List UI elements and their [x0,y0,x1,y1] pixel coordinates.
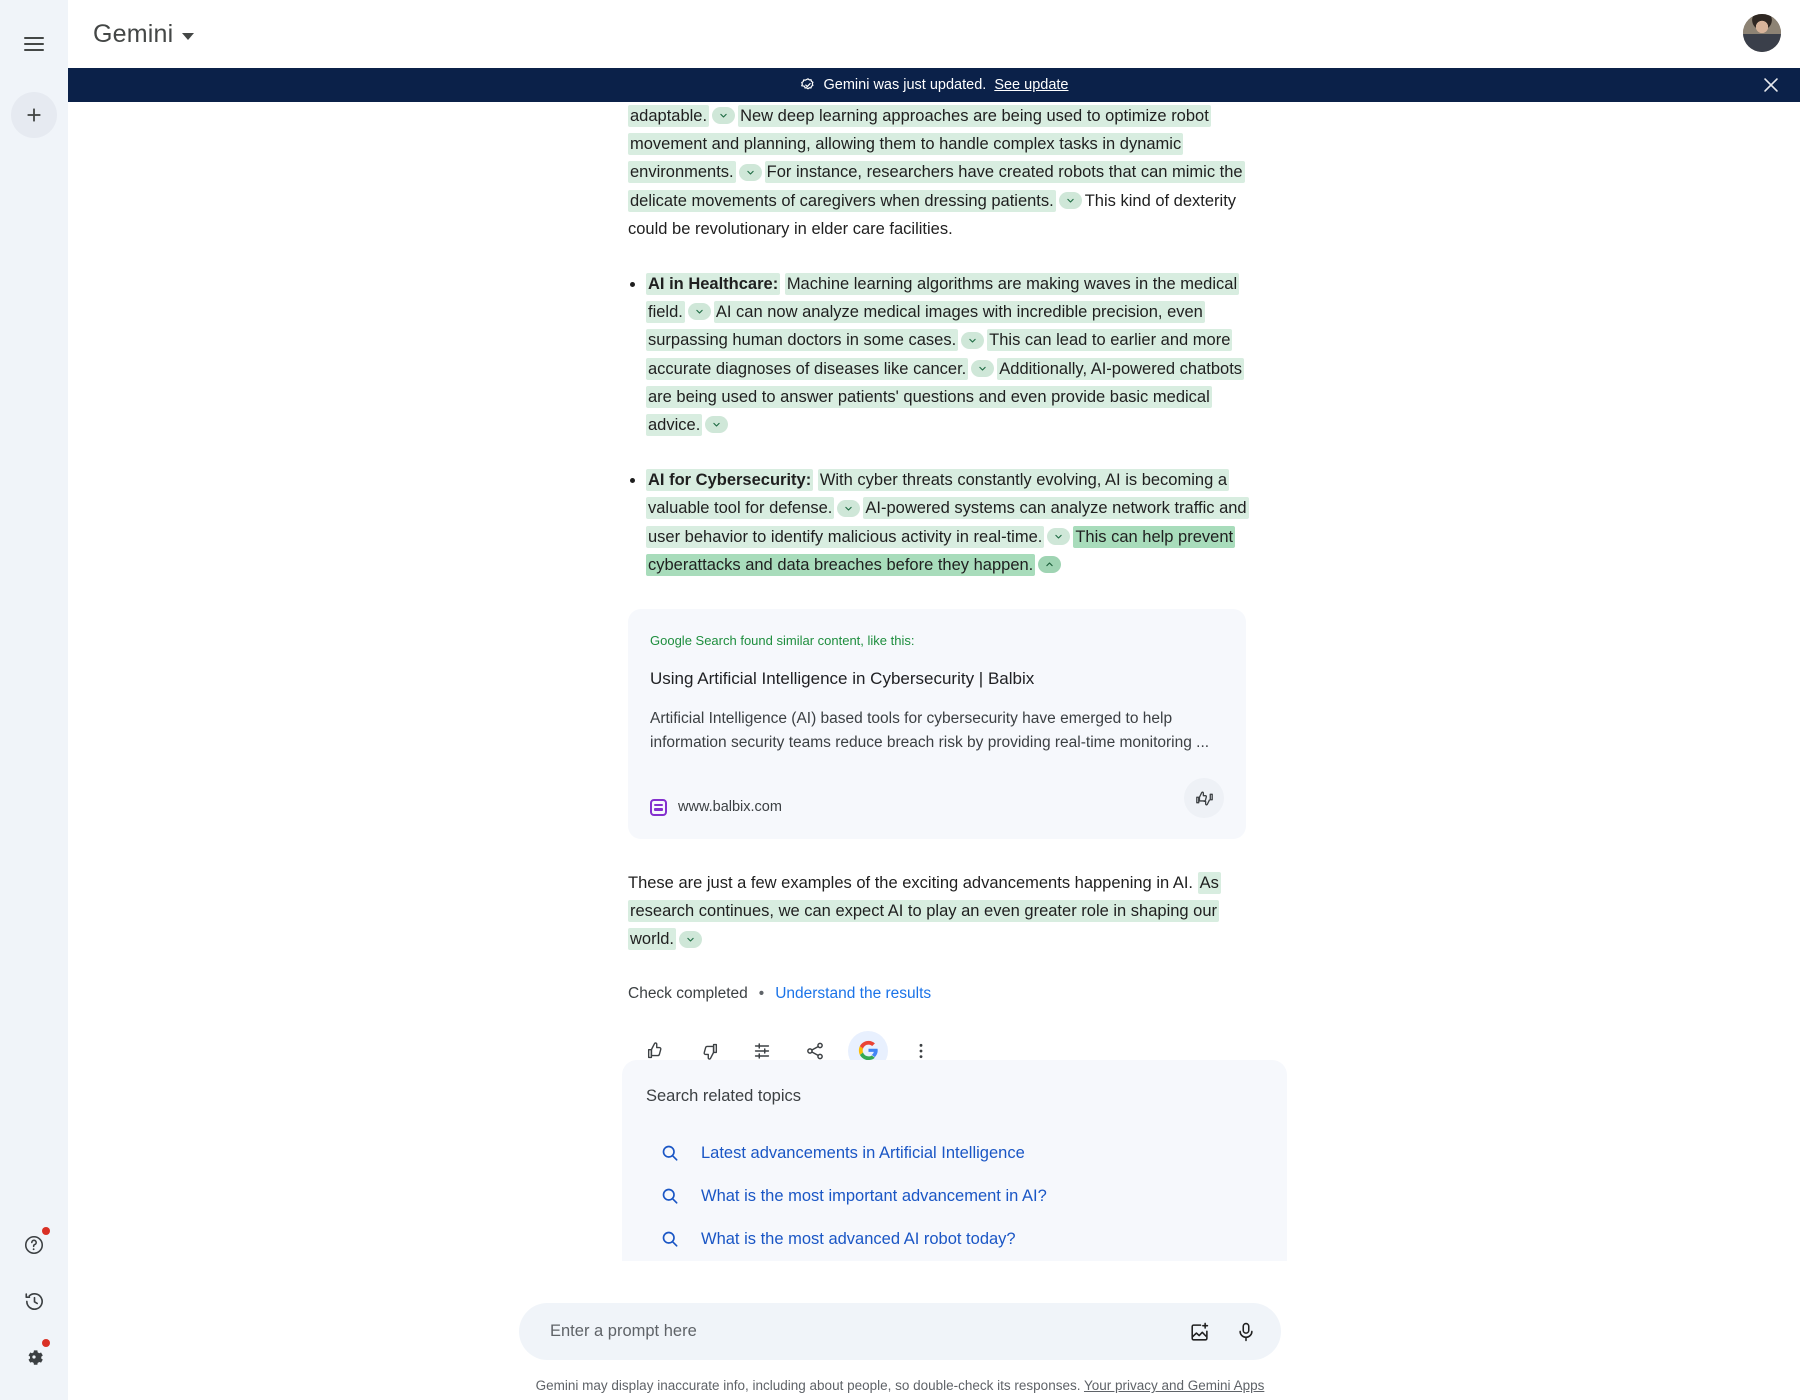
understand-results-link[interactable]: Understand the results [775,985,931,1003]
expand-chevron-icon[interactable] [679,930,703,948]
check-badge-icon [800,78,814,90]
list-item: AI in Healthcare: Machine learning algor… [628,270,1248,439]
answer-bullet-list: AI in Healthcare: Machine learning algor… [628,270,1249,579]
related-topics-list: Latest advancements in Artificial Intell… [622,1132,1287,1261]
new-chat-button[interactable] [11,92,57,138]
microphone-icon [1239,1322,1253,1341]
history-clock-icon [24,1292,43,1310]
user-avatar[interactable] [1743,14,1781,52]
settings-button[interactable] [17,1339,51,1374]
privacy-link[interactable]: Your privacy and Gemini Apps [1084,1378,1264,1393]
source-feedback-button[interactable] [1184,778,1224,819]
check-status-text: Check completed [628,984,748,1002]
search-source-card[interactable]: Google Search found similar content, lik… [628,609,1246,840]
more-vert-icon [919,1043,923,1058]
help-badge-dot [42,1227,50,1235]
thumb-up-icon [647,1041,662,1058]
answer-paragraph-closing: These are just a few examples of the exc… [628,869,1248,954]
thumbs-up-down-icon [1195,791,1213,806]
share-icon [807,1042,823,1059]
closing-plain-text: These are just a few examples of the exc… [628,874,1194,893]
check-status-row: Check completed • Understand the results [628,985,1248,1003]
expand-chevron-icon[interactable] [687,303,711,321]
left-rail [0,0,68,1400]
expand-chevron-icon[interactable] [971,359,995,377]
related-topic-item[interactable]: Latest advancements in Artificial Intell… [622,1132,1287,1175]
separator-dot: • [758,984,765,1002]
expand-chevron-icon[interactable] [961,331,985,349]
expand-chevron-icon[interactable] [1058,191,1082,209]
thumb-down-icon [703,1043,718,1060]
expand-chevron-icon[interactable] [712,107,736,125]
prompt-composer [519,1303,1281,1360]
list-item: AI for Cybersecurity: With cyber threats… [628,466,1249,579]
app-title: Gemini [93,19,174,48]
tune-icon [754,1042,770,1059]
app-header: Gemini [68,0,1800,68]
hamburger-menu-icon[interactable] [10,20,58,68]
activity-history-button[interactable] [17,1284,51,1318]
related-topic-label: What is the most important advancement i… [701,1186,1047,1205]
avatar-image [1743,14,1781,52]
close-icon[interactable] [1760,74,1782,96]
see-update-link[interactable]: See update [994,77,1068,93]
search-icon [662,1145,678,1161]
highlighted-sentence: adaptable. [628,105,710,127]
related-topics-panel: Search related topics Latest advancement… [622,1060,1287,1261]
search-icon [662,1188,678,1204]
related-topic-label: Latest advancements in Artificial Intell… [701,1143,1025,1162]
source-card-footer: www.balbix.com [650,775,1224,839]
gear-icon [28,1350,43,1365]
expand-chevron-icon[interactable] [705,416,729,434]
prompt-input[interactable] [548,1321,1177,1342]
source-card-domain: www.balbix.com [678,799,782,816]
banner-message: Gemini was just updated. [823,77,987,93]
search-icon [662,1231,678,1247]
chevron-down-icon [182,32,195,40]
expand-chevron-icon[interactable] [837,499,861,517]
google-g-icon [858,1041,878,1061]
related-topic-item[interactable]: What is the most advanced AI robot today… [622,1218,1287,1261]
help-circle-icon [24,1235,44,1255]
collapse-chevron-icon[interactable] [1038,555,1062,573]
add-image-button[interactable] [1177,1309,1223,1355]
brand-menu[interactable]: Gemini [93,19,195,49]
related-topic-item[interactable]: What is the most important advancement i… [622,1175,1287,1218]
balbix-favicon [650,798,667,816]
source-card-title[interactable]: Using Artificial Intelligence in Cyberse… [650,669,1224,689]
plus-icon [27,108,41,122]
update-banner: Gemini was just updated. See update [68,68,1800,102]
bullet-lead: AI for Cybersecurity: [646,469,814,492]
footer-disclaimer: Gemini may display inaccurate info, incl… [0,1378,1800,1393]
add-image-icon [1191,1322,1209,1341]
disclaimer-text: Gemini may display inaccurate info, incl… [535,1378,1081,1393]
related-topic-label: What is the most advanced AI robot today… [701,1229,1016,1248]
settings-badge-dot [42,1339,50,1347]
bullet-lead: AI in Healthcare: [646,273,781,296]
rail-bottom-icons [17,1227,51,1374]
expand-chevron-icon[interactable] [738,163,762,181]
answer-paragraph-intro: adaptable. New deep learning approaches a… [628,102,1248,243]
expand-chevron-icon[interactable] [1047,527,1071,545]
assistant-message: adaptable. New deep learning approaches a… [628,102,1249,1071]
source-card-snippet: Artificial Intelligence (AI) based tools… [650,710,1210,752]
help-button[interactable] [17,1227,51,1262]
related-topics-title: Search related topics [646,1087,802,1105]
microphone-button[interactable] [1223,1309,1269,1355]
source-card-label: Google Search found similar content, lik… [650,633,915,649]
